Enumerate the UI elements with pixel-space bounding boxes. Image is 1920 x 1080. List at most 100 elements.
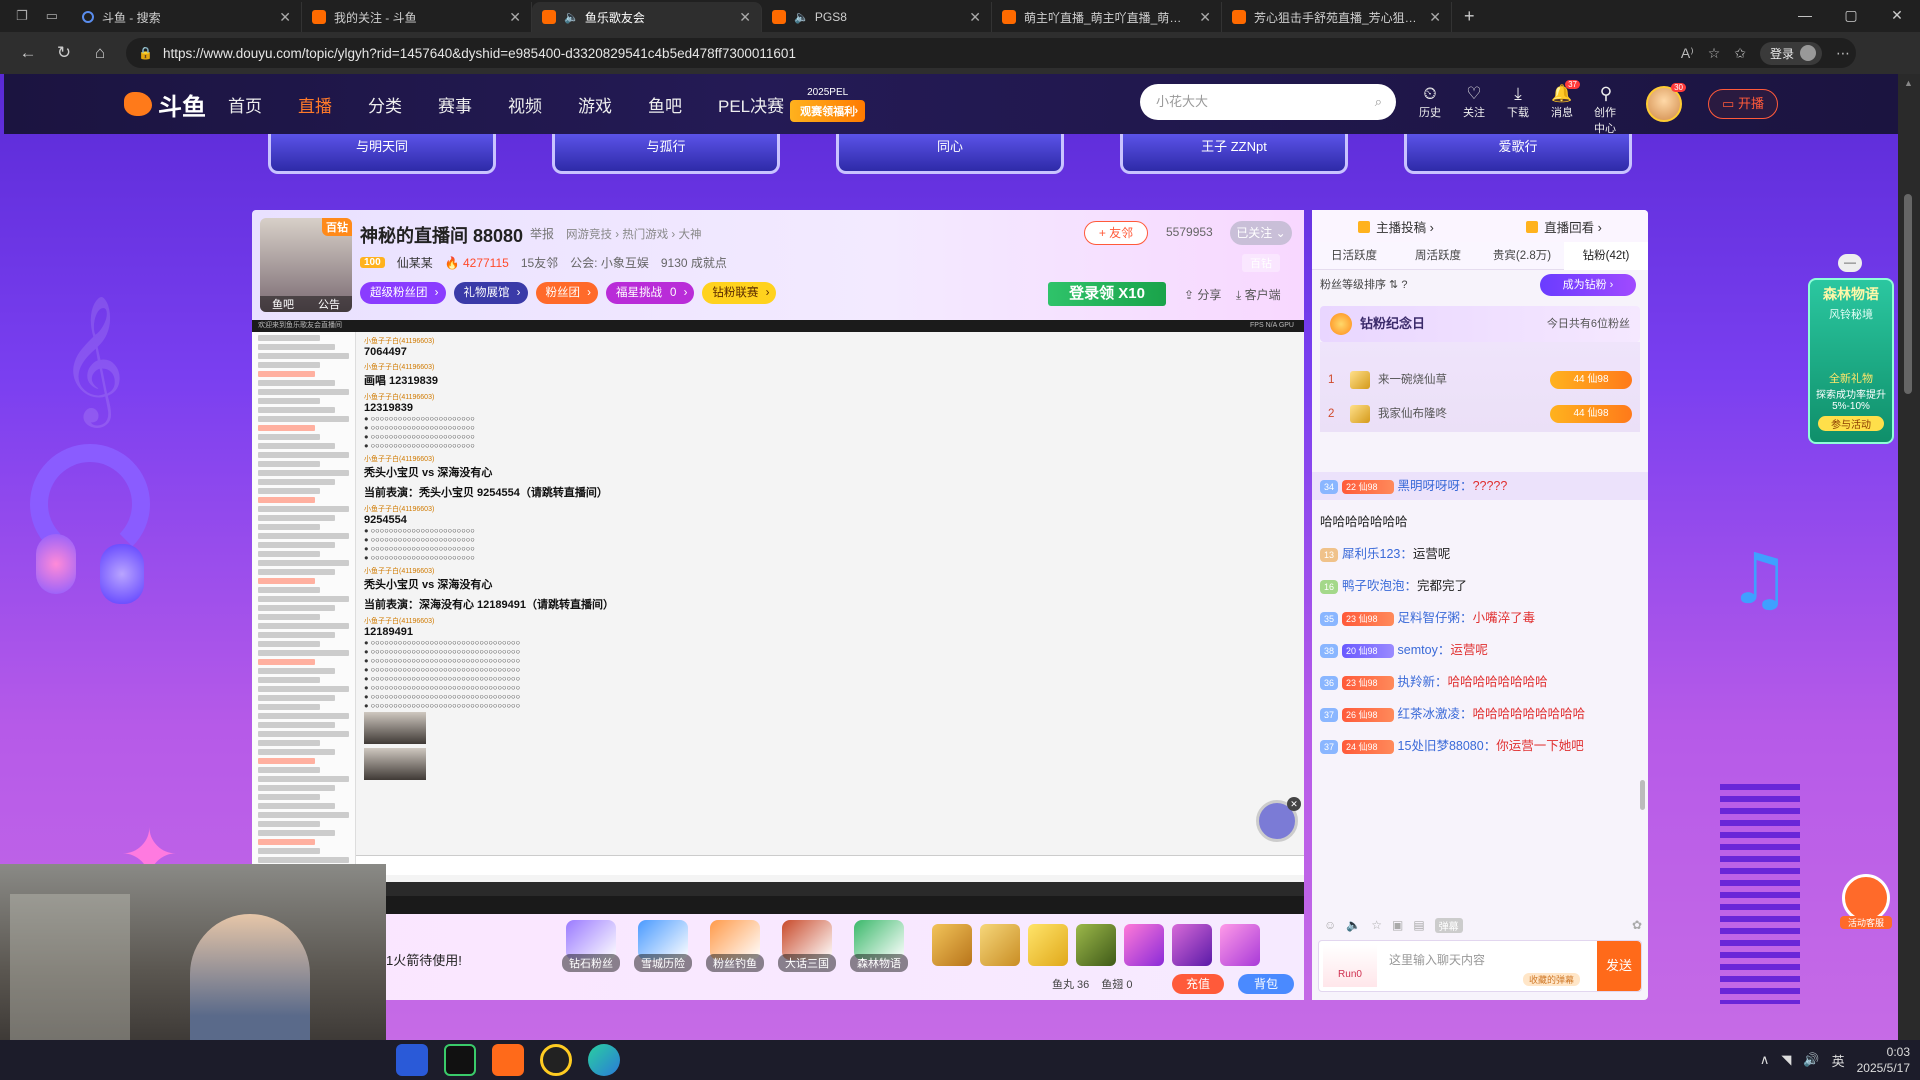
topic-tile-2[interactable]: 同心	[836, 134, 1064, 174]
url-field[interactable]: 🔒 https://www.douyu.com/topic/ylgyh?rid=…	[126, 38, 1856, 68]
anchor-submissions-link[interactable]: 主播投稿 ›	[1312, 217, 1480, 236]
volume-icon[interactable]: 🔊	[1803, 1052, 1819, 1068]
star-icon[interactable]: ☆	[1371, 918, 1382, 932]
back-button[interactable]: ←	[10, 43, 46, 63]
header-icon-0[interactable]: ⏲ 历史	[1418, 84, 1442, 136]
category-breadcrumb[interactable]: 网游竞技 › 热门游戏 › 大神	[566, 226, 701, 242]
friend-button[interactable]: + 友邻	[1084, 221, 1148, 245]
room-pill-2[interactable]: 粉丝团	[535, 282, 598, 304]
taskbar-app-2[interactable]	[444, 1044, 476, 1076]
header-icon-4[interactable]: ⚲ 创作中心	[1594, 84, 1618, 136]
gift-item-6[interactable]	[1172, 924, 1212, 966]
chat-avatar-frame[interactable]: Run0	[1323, 945, 1377, 987]
recharge-button[interactable]: 充值	[1172, 974, 1224, 994]
speaker-icon[interactable]: 🔈	[794, 10, 809, 24]
topic-tile-3[interactable]: 王子 ZZNpt	[1120, 134, 1348, 174]
room-pill-4[interactable]: 钻粉联赛	[702, 282, 777, 304]
start-broadcast-button[interactable]: ▭ 开播	[1708, 89, 1778, 119]
replay-link[interactable]: 直播回看 ›	[1480, 217, 1648, 236]
gift-game-4[interactable]: 森林物语	[850, 920, 908, 972]
nav-item-3[interactable]: 赛事	[438, 92, 472, 117]
achievement-points[interactable]: 9130 成就点	[661, 254, 727, 271]
room-pill-1[interactable]: 礼物展馆	[453, 282, 528, 304]
chat-user-name[interactable]: 15处旧梦88080：	[1398, 739, 1497, 753]
rank-tab-3[interactable]: 钻粉(42t)	[1564, 241, 1648, 270]
close-tab-icon[interactable]: ✕	[1199, 9, 1211, 26]
chat-message[interactable]: 38 20 仙98 semtoy：运营呢	[1320, 640, 1640, 660]
anchor-tab-bar[interactable]: 鱼吧	[272, 296, 294, 312]
header-icon-2[interactable]: ⤓ 下载	[1506, 84, 1530, 136]
home-button[interactable]: ⌂	[82, 43, 118, 63]
gift-item-3[interactable]	[1028, 924, 1068, 966]
tray-expand-icon[interactable]: ∧	[1760, 1052, 1770, 1068]
page-scrollbar[interactable]: ▲ ▼	[1898, 74, 1920, 1080]
chat-message[interactable]: 35 23 仙98 足料智仔粥：小嘴淬了毒	[1320, 608, 1640, 628]
extensions-icon[interactable]: ⋯	[1836, 45, 1850, 62]
read-aloud-icon[interactable]: A⁾	[1681, 45, 1694, 62]
hot-word-icon[interactable]: ✿	[1632, 918, 1642, 932]
chat-scrollbar[interactable]	[1640, 780, 1645, 810]
nav-item-5[interactable]: 游戏	[578, 92, 612, 117]
workspaces-icon[interactable]: ❐	[16, 8, 28, 24]
rank-tab-0[interactable]: 日活跃度	[1312, 242, 1396, 270]
taskbar-douyu-app[interactable]	[492, 1044, 524, 1076]
nav-item-2[interactable]: 分类	[368, 92, 402, 117]
chat-user-name[interactable]: 红茶冰激凌：	[1398, 707, 1473, 721]
close-tab-icon[interactable]: ✕	[1429, 9, 1441, 26]
browser-tab-5[interactable]: 芳心狙击手舒苑直播_芳心狙击手 ✕	[1222, 2, 1452, 32]
rank-tab-2[interactable]: 贵宾(2.8万)	[1480, 242, 1564, 270]
gift-item-4[interactable]	[1076, 924, 1116, 966]
emoji-icon[interactable]: ☺	[1324, 918, 1336, 932]
close-icon[interactable]: ✕	[1287, 797, 1301, 811]
chat-input[interactable]: 这里输入聊天内容	[1389, 951, 1485, 968]
chat-message[interactable]: 34 22 仙98 黑明呀呀呀：?????	[1312, 472, 1648, 500]
become-diamond-fan-button[interactable]: 成为钻粉 ›	[1540, 274, 1636, 296]
scroll-up-icon[interactable]: ▲	[1904, 78, 1913, 88]
browser-tab-1[interactable]: 我的关注 - 斗鱼 ✕	[302, 2, 532, 32]
speaker-icon[interactable]: 🔈	[564, 10, 579, 24]
close-tab-icon[interactable]: ✕	[509, 9, 521, 26]
rank-row[interactable]: 1 来一碗烧仙草 44 仙98	[1320, 366, 1640, 394]
anchor-avatar[interactable]: 百钻 鱼吧 公告	[260, 218, 352, 312]
clock[interactable]: 0:03 2025/5/17	[1857, 1044, 1910, 1076]
favorites-icon[interactable]: ✩	[1734, 45, 1746, 62]
chat-user-name[interactable]: semtoy：	[1398, 643, 1451, 657]
danmu-toggle[interactable]: 弹幕	[1434, 917, 1463, 933]
chat-user-name[interactable]: 足料智仔粥：	[1398, 611, 1473, 625]
activity-support-button[interactable]: 活动客服	[1840, 874, 1892, 934]
header-icon-1[interactable]: ♡ 关注	[1462, 84, 1486, 136]
nav-item-4[interactable]: 视频	[508, 92, 542, 117]
room-pill-3[interactable]: 福星挑战 0	[606, 282, 695, 304]
collapse-promo-button[interactable]: —	[1838, 254, 1862, 272]
guild-label[interactable]: 公会: 小象互娱	[570, 254, 649, 271]
topic-tile-4[interactable]: 爱歌行	[1404, 134, 1632, 174]
anchor-tab-notice[interactable]: 公告	[318, 296, 340, 312]
chat-message[interactable]: 37 26 仙98 红茶冰激凌：哈哈哈哈哈哈哈哈哈	[1320, 704, 1640, 724]
login-reward-button[interactable]: 登录领 X10	[1048, 282, 1166, 306]
scrollbar-thumb[interactable]	[1904, 194, 1912, 394]
rank-row[interactable]: 2 我家仙布隆咚 44 仙98	[1320, 400, 1640, 428]
gift-item-1[interactable]	[932, 924, 972, 966]
rank-tab-1[interactable]: 周活跃度	[1396, 242, 1480, 270]
gift-icon[interactable]: ▣	[1392, 918, 1403, 932]
chat-message[interactable]: 36 23 仙98 执羚新：哈哈哈哈哈哈哈哈	[1320, 672, 1640, 692]
client-download-button[interactable]: ⤓ 客户端	[1236, 286, 1281, 303]
header-icon-3[interactable]: 🔔 消息 37	[1550, 80, 1580, 136]
medal-icon[interactable]: ▤	[1413, 918, 1424, 932]
search-icon[interactable]: ⌕	[1375, 84, 1382, 120]
gift-game-2[interactable]: 粉丝钓鱼	[706, 920, 764, 972]
followed-button[interactable]: 已关注 ⌄	[1230, 221, 1292, 245]
close-tab-icon[interactable]: ✕	[279, 9, 291, 26]
lock-icon[interactable]: 🔒	[138, 46, 153, 60]
floating-game-button[interactable]: ✕	[1256, 797, 1301, 842]
favorite-star-icon[interactable]: ☆	[1708, 45, 1721, 62]
topic-tile-0[interactable]: 与明天同	[268, 134, 496, 174]
profile-login-button[interactable]: 登录	[1759, 41, 1822, 65]
sort-by-fan-level[interactable]: 粉丝等级排序 ⇅ ?	[1320, 279, 1407, 291]
close-window-button[interactable]: ✕	[1874, 0, 1920, 32]
share-button[interactable]: ⇪ 分享	[1184, 286, 1221, 303]
forest-promo-banner[interactable]: 森林物语 风铃秘境 全新礼物 探索成功率提升5%-10% 参与活动	[1808, 278, 1894, 444]
tab-actions-icon[interactable]: ▭	[46, 8, 58, 24]
network-icon[interactable]: ◥	[1781, 1052, 1791, 1068]
ime-indicator[interactable]: 英	[1832, 1051, 1845, 1070]
